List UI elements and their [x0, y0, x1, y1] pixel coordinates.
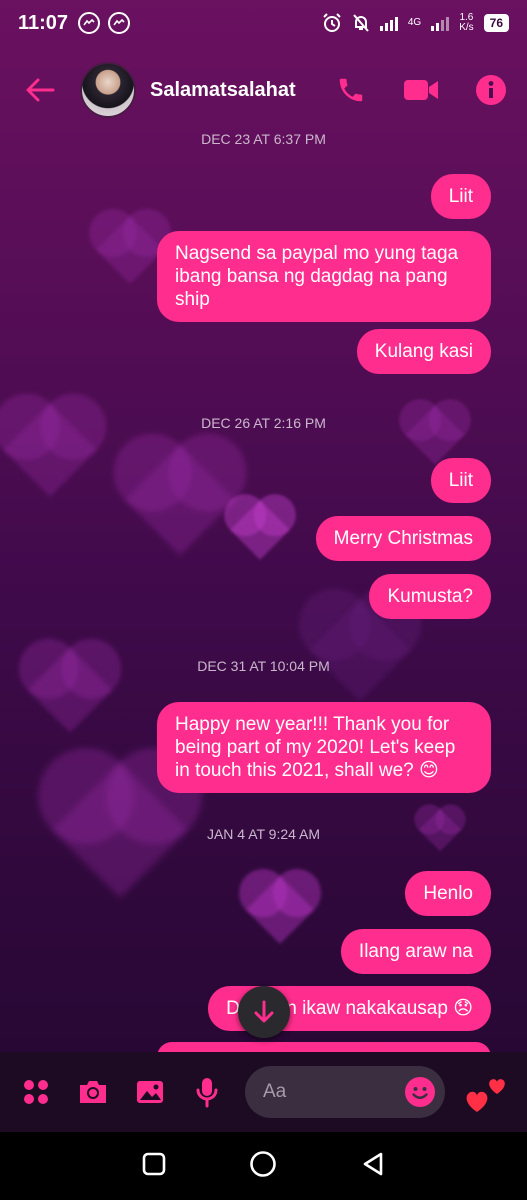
- contact-avatar[interactable]: [80, 62, 136, 118]
- back-nav-button[interactable]: [361, 1151, 385, 1182]
- video-call-button[interactable]: [403, 72, 439, 108]
- background-heart-decoration: [96, 216, 164, 284]
- message-bubble[interactable]: Ilang araw na: [340, 929, 491, 974]
- contact-name[interactable]: Salamatsalahat: [150, 79, 296, 102]
- signal-strength-icon: [431, 15, 450, 31]
- network-type: 4G: [407, 17, 422, 28]
- message-timestamp: JAN 4 AT 9:24 AM: [206, 826, 321, 842]
- circle-icon: [250, 1150, 277, 1177]
- gallery-button[interactable]: [131, 1072, 170, 1112]
- mute-bell-icon: [353, 14, 369, 32]
- signal-strength-icon: [379, 15, 398, 31]
- message-timestamp: DEC 31 AT 10:04 PM: [197, 658, 330, 674]
- video-icon: [404, 80, 438, 100]
- smiley-icon: [412, 1087, 428, 1099]
- square-icon: [142, 1152, 166, 1175]
- two-hearts-icon: [466, 1079, 505, 1112]
- message-bubble[interactable]: Kulang kasi: [356, 329, 491, 374]
- message-bubble[interactable]: Liit: [430, 174, 491, 219]
- message-bubble[interactable]: Nagsend sa paypal mo yung taga ibang ban…: [157, 231, 491, 322]
- message-bubble[interactable]: Happy new year!!! Thank you for being pa…: [157, 702, 491, 793]
- status-bar: 11:07 4G 1.6 K/s 76: [0, 0, 527, 46]
- system-navigation-bar: [0, 1132, 527, 1200]
- send-heart-button[interactable]: [463, 1068, 511, 1116]
- chat-screen: 11:07 4G 1.6 K/s 76 Salamatsalahat DEC 2…: [0, 0, 527, 1200]
- microphone-icon: [196, 1078, 218, 1108]
- message-bubble[interactable]: Henlo: [405, 871, 491, 916]
- background-heart-decoration: [246, 876, 314, 944]
- emoji-button[interactable]: [405, 1077, 435, 1107]
- network-speed-unit: K/s: [459, 22, 474, 33]
- arrow-down-icon: [254, 1000, 274, 1023]
- message-input-wrapper: [245, 1066, 445, 1118]
- message-bubble[interactable]: Merry Christmas: [315, 516, 491, 561]
- camera-icon: [79, 1081, 106, 1103]
- alarm-icon: [323, 13, 341, 32]
- message-input[interactable]: [263, 1081, 405, 1103]
- message-bubble[interactable]: Liit: [430, 458, 491, 503]
- message-timestamp: DEC 26 AT 2:16 PM: [201, 415, 326, 431]
- battery-indicator: 76: [483, 14, 509, 32]
- image-icon: [137, 1081, 164, 1103]
- background-heart-decoration: [230, 500, 290, 560]
- status-right: 4G 1.6 K/s 76: [322, 13, 509, 33]
- camera-button[interactable]: [73, 1072, 112, 1112]
- home-button[interactable]: [249, 1150, 277, 1183]
- chat-header: Salamatsalahat: [0, 50, 527, 130]
- info-icon: [476, 75, 506, 105]
- header-actions: [333, 72, 509, 108]
- message-bubble[interactable]: Kumusta?: [369, 574, 491, 619]
- four-dots-icon: [23, 1080, 48, 1104]
- conversation-info-button[interactable]: [473, 72, 509, 108]
- more-actions-button[interactable]: [16, 1072, 55, 1112]
- triangle-back-icon: [363, 1152, 383, 1175]
- voice-call-button[interactable]: [333, 72, 369, 108]
- messenger-notification-icon: [78, 12, 101, 34]
- back-button[interactable]: [18, 68, 62, 112]
- network-speed: 1.6 K/s: [459, 13, 473, 33]
- message-timestamp: DEC 23 AT 6:37 PM: [201, 131, 326, 147]
- background-heart-decoration: [124, 444, 236, 556]
- phone-icon: [339, 78, 363, 102]
- scroll-to-bottom-button[interactable]: [238, 986, 290, 1038]
- messenger-notification-icon: [108, 12, 131, 34]
- status-time: 11:07: [18, 11, 69, 34]
- message-composer: [0, 1052, 527, 1132]
- recent-apps-button[interactable]: [142, 1152, 166, 1181]
- back-arrow-icon: [26, 78, 55, 102]
- voice-message-button[interactable]: [188, 1072, 227, 1112]
